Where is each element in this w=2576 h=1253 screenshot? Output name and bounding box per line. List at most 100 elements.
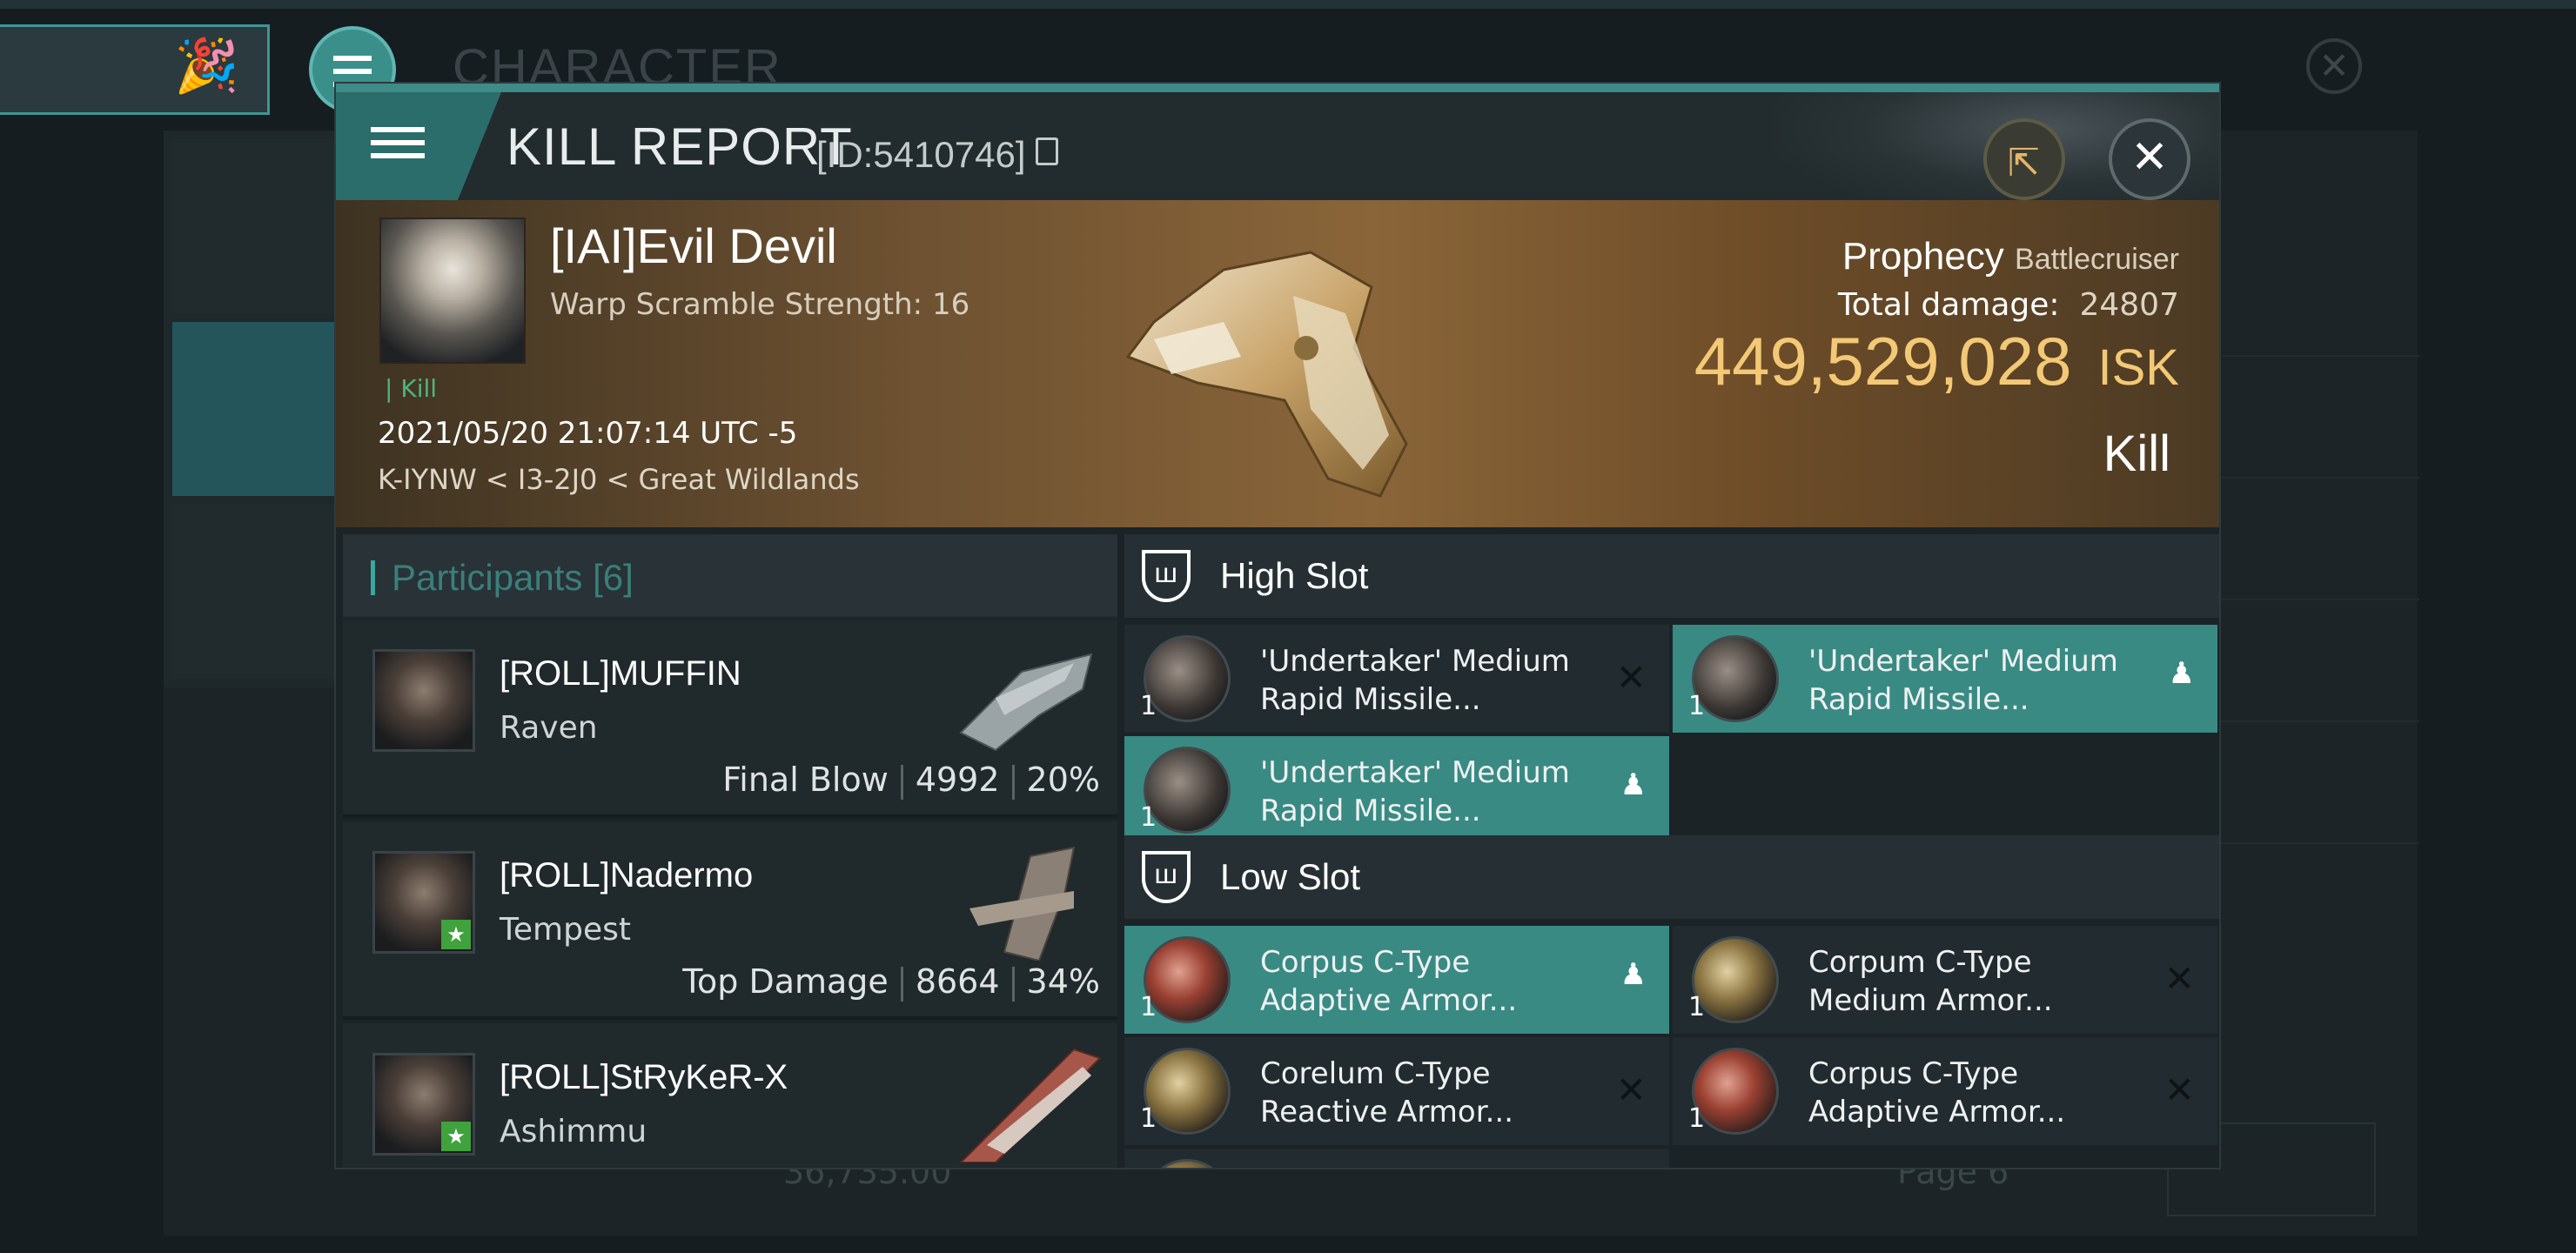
participant-damage: 8664 <box>915 962 1000 1001</box>
dialog-header: KILL REPORT [ID:5410746] ⇱ ✕ <box>336 92 2219 214</box>
dropped-icon: ♟ <box>1620 957 1647 992</box>
kill-tag: | Kill <box>385 374 438 403</box>
participant-avatar <box>372 649 475 752</box>
dropped-icon: ♟ <box>2168 656 2195 691</box>
total-damage-value: 24807 <box>2079 287 2179 323</box>
participant-name: [ROLL]MUFFIN <box>500 654 741 693</box>
separator <box>900 764 903 800</box>
close-button[interactable]: ✕ <box>2109 118 2190 200</box>
high-slot-icon <box>1142 550 1191 602</box>
fitting-item[interactable]: 1 Corpus C-Type Adaptive Armor... ✕ <box>1673 1037 2217 1145</box>
total-damage: Total damage: 24807 <box>1838 287 2179 323</box>
star-icon: ★ <box>441 920 471 949</box>
victim-name[interactable]: [IAI]Evil Devil <box>550 218 837 274</box>
share-icon: ⇱ <box>2008 141 2040 185</box>
participant-ship: Tempest <box>500 912 631 948</box>
victim-ship[interactable]: Prophecy Battlecruiser <box>1842 235 2179 278</box>
separator <box>1011 764 1015 800</box>
dialog-title: KILL REPORT <box>506 117 853 176</box>
participants-header-bar <box>371 560 375 595</box>
fitting-item[interactable]: 1 'Undertaker' Medium Rapid Missile... ✕ <box>1124 625 1669 733</box>
participant-ship: Raven <box>500 710 598 746</box>
item-name: Corpus C-Type Adaptive Armor... <box>1260 945 1518 1018</box>
kill-id: [ID:5410746] <box>816 134 1026 175</box>
participant-ship-image <box>959 653 1093 752</box>
kill-tag-label: Kill <box>400 374 438 403</box>
high-slot-title: High Slot <box>1220 555 1369 596</box>
participant-percent: 34% <box>1026 962 1100 1001</box>
participants-title-label: Participants <box>392 557 583 598</box>
low-slot-header: Low Slot <box>1124 835 2219 919</box>
dropped-icon: ♟ <box>1620 767 1647 802</box>
victim-portrait[interactable] <box>379 218 526 364</box>
victim-ship-name: Prophecy <box>1841 235 2004 278</box>
low-slot-title: Low Slot <box>1220 856 1361 897</box>
item-quantity: 1 <box>1688 1103 1706 1134</box>
participant-row[interactable]: ★ [ROLL]StRyKeR-X Ashimmu <box>343 1023 1117 1168</box>
separator <box>900 966 903 1002</box>
item-name: 'Undertaker' Medium Rapid Missile... <box>1808 644 2118 717</box>
destroyed-icon: ✕ <box>1615 1069 1647 1111</box>
participant-row[interactable]: [ROLL]MUFFIN Raven Final Blow 4992 20% <box>343 620 1117 818</box>
destroyed-icon: ✕ <box>2163 957 2195 1000</box>
menu-icon <box>371 127 425 166</box>
participants-panel: Participants [6] [ROLL]MUFFIN Raven Fina… <box>343 534 1117 1168</box>
participants-header[interactable]: Participants [6] <box>343 534 1117 618</box>
victim-banner: [IAI]Evil Devil Warp Scramble Strength: … <box>336 200 2219 527</box>
item-name: 'Undertaker' Medium Rapid Missile... <box>1260 755 1570 828</box>
armor-module-icon <box>1144 1159 1231 1168</box>
kill-report-dialog: KILL REPORT [ID:5410746] ⇱ ✕ [IAI]Evil D… <box>334 82 2221 1169</box>
fitting-item[interactable]: 1 Corelum C-Type Reactive Armor... ✕ <box>1124 1037 1669 1145</box>
participants-title: Participants [6] <box>392 557 634 599</box>
kill-location[interactable]: K-IYNW < I3-2J0 < Great Wildlands <box>378 463 860 496</box>
fitting-item[interactable]: 1 'Undertaker' Medium Rapid Missile... ♟ <box>1673 625 2217 733</box>
participant-tag: Final Blow <box>722 761 889 799</box>
isk-value: 449,529,028 ISK <box>1694 322 2179 401</box>
participant-damage: 4992 <box>915 761 1000 799</box>
fitting-panel: High Slot 1 'Undertaker' Medium Rapid Mi… <box>1124 534 2219 1168</box>
item-quantity: 1 <box>1688 691 1706 721</box>
item-quantity: 1 <box>1140 802 1157 833</box>
kill-timestamp: 2021/05/20 21:07:14 UTC -5 <box>378 416 798 451</box>
star-icon: ★ <box>441 1122 471 1151</box>
participant-avatar: ★ <box>372 1053 475 1156</box>
top-strip <box>0 0 2576 9</box>
item-quantity: 1 <box>1140 1103 1157 1134</box>
fitting-item-partial[interactable] <box>1124 1149 1669 1168</box>
dialog-menu-button[interactable] <box>336 92 501 207</box>
item-name: 'Undertaker' Medium Rapid Missile... <box>1260 644 1570 717</box>
background-sidebar-star <box>172 505 338 679</box>
participant-stats: Final Blow 4992 20% <box>722 761 1100 800</box>
destroyed-icon: ✕ <box>2163 1069 2195 1111</box>
background-sidebar-menu <box>172 139 338 313</box>
item-quantity: 1 <box>1140 691 1157 721</box>
result-label: Kill <box>2103 425 2170 482</box>
fitting-item[interactable]: 1 Corpus C-Type Adaptive Armor... ♟ <box>1124 926 1669 1034</box>
high-slot-header: High Slot <box>1124 534 2219 618</box>
participant-row[interactable]: ★ [ROLL]Nadermo Tempest Top Damage 8664 34… <box>343 821 1117 1020</box>
item-name: Corpum C-Type Medium Armor... <box>1808 945 2053 1018</box>
party-popper-icon: 🎉 <box>174 36 239 97</box>
participant-ship: Ashimmu <box>500 1114 647 1149</box>
participants-count: [6] <box>593 557 634 598</box>
item-name: Corpus C-Type Adaptive Armor... <box>1808 1056 2066 1129</box>
low-slot-icon <box>1142 851 1191 903</box>
victim-ship-image <box>1125 251 1408 498</box>
warp-scramble-strength: Warp Scramble Strength: 16 <box>550 287 970 322</box>
fitting-item[interactable]: 1 'Undertaker' Medium Rapid Missile... ♟ <box>1124 736 1669 844</box>
fitting-item[interactable]: 1 Corpum C-Type Medium Armor... ✕ <box>1673 926 2217 1034</box>
participant-ship-image <box>969 846 1076 961</box>
participant-stats: Top Damage 8664 34% <box>682 962 1100 1002</box>
item-name: Corelum C-Type Reactive Armor... <box>1260 1056 1514 1129</box>
participant-avatar: ★ <box>372 851 475 954</box>
share-button[interactable]: ⇱ <box>1983 118 2065 200</box>
participant-ship-image <box>959 1048 1102 1163</box>
copy-icon[interactable] <box>1036 137 1058 165</box>
item-quantity: 1 <box>1140 992 1157 1022</box>
total-damage-label: Total damage: <box>1837 287 2060 323</box>
participant-name: [ROLL]StRyKeR-X <box>500 1058 788 1096</box>
background-close-button[interactable]: ✕ <box>2306 38 2362 94</box>
participant-percent: 20% <box>1026 761 1100 799</box>
participant-tag: Top Damage <box>682 962 889 1001</box>
isk-unit: ISK <box>2097 339 2180 396</box>
